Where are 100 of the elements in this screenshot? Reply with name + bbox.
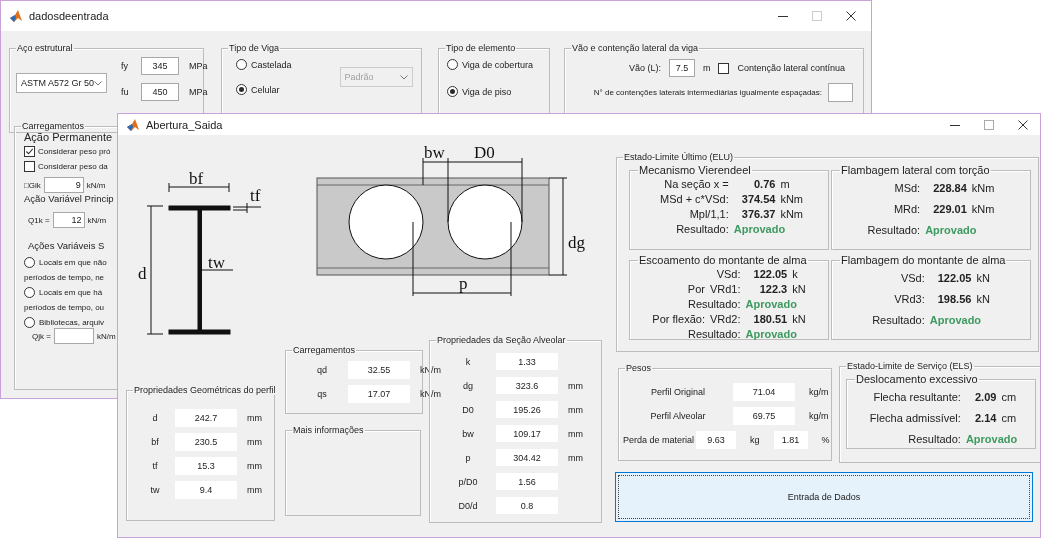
entrada-de-dados-button[interactable]: Entrada de Dados xyxy=(615,472,1033,522)
input-field[interactable]: 32.55 xyxy=(348,361,410,379)
input-field[interactable]: 12 xyxy=(52,212,85,228)
unit-label: kN/m xyxy=(86,180,106,190)
checkbox[interactable] xyxy=(24,146,35,157)
checkbox[interactable] xyxy=(24,161,35,172)
dropdown[interactable]: ASTM A572 Gr 50 xyxy=(16,73,108,93)
input-field[interactable]: 1.33 xyxy=(496,353,558,370)
field-label: MSd: xyxy=(893,182,921,194)
option-label: Viga de cobertura xyxy=(462,59,533,70)
option-label: Celular xyxy=(251,84,280,95)
unit-label: mm xyxy=(246,461,263,471)
result-text: Aprovado xyxy=(925,224,978,236)
input-field[interactable]: 450 xyxy=(141,83,180,101)
option-label: períodos de tempo, ne xyxy=(24,273,106,282)
panel-title: Pesos xyxy=(625,363,652,373)
unit-label: kg/m xyxy=(808,411,830,421)
field-label: dg xyxy=(462,380,474,391)
input-field[interactable]: 17.07 xyxy=(348,385,410,403)
unit-label: % xyxy=(821,435,830,445)
unit-label: kN xyxy=(792,283,806,295)
caret-icon xyxy=(94,80,103,86)
unit-label: m xyxy=(702,63,711,73)
field-label: bw xyxy=(461,428,475,439)
field-label: Mpl/1,1: xyxy=(688,208,729,220)
panel-title: Tipo de elemento xyxy=(445,43,517,53)
field-label: VRd2: xyxy=(709,313,741,325)
panel-title: Estado-Limite de Serviço (ELS) xyxy=(846,361,974,371)
unit-label: mm xyxy=(246,437,263,447)
unit-label: mm xyxy=(567,428,584,439)
unit-label: kN/m xyxy=(87,215,107,225)
panel-title: Tipo de Viga xyxy=(228,43,281,53)
field-label: N° de contenções laterais intermediárias igualmente espaçadas: xyxy=(593,88,822,97)
panel-title: Deslocamento excessivo xyxy=(855,373,979,385)
input-field[interactable]: 345 xyxy=(141,57,180,75)
value-text: 228.84 xyxy=(932,182,967,194)
unit-label: kN xyxy=(792,313,806,325)
panel-title: Propriedades da Seção Alveolar xyxy=(436,335,567,345)
maximize-icon xyxy=(984,119,994,130)
app-icon xyxy=(9,9,23,23)
field-label: Qjk = xyxy=(32,331,51,341)
field-label: Resultado: xyxy=(907,433,961,445)
input-field[interactable]: 9.4 xyxy=(175,481,237,499)
unit-label: cm xyxy=(1001,391,1018,403)
unit-label: mm xyxy=(567,452,584,463)
option-label: Castelada xyxy=(251,59,292,70)
close-icon xyxy=(1018,119,1028,130)
result-text: Aprovado xyxy=(965,433,1018,445)
input-field[interactable]: 15.3 xyxy=(175,457,237,475)
field-label: Resultado: xyxy=(867,224,921,236)
input-field[interactable]: 323.6 xyxy=(496,377,558,394)
radio-button[interactable] xyxy=(24,317,35,328)
value-text: 122.05 xyxy=(752,268,788,280)
panel-title: Propriedades Geométricas do perfil xyxy=(133,385,277,395)
radio-button[interactable] xyxy=(24,287,35,298)
field-label: VSd: xyxy=(899,272,925,284)
radio-button[interactable] xyxy=(24,257,35,268)
input-field[interactable]: 242.7 xyxy=(175,409,237,427)
input-field[interactable]: 304.42 xyxy=(496,449,558,466)
input-field[interactable]: 195.26 xyxy=(496,401,558,418)
field-label: D0/d xyxy=(457,500,479,511)
window-title: dadosdeentrada xyxy=(29,10,109,22)
radio-button[interactable] xyxy=(236,84,247,95)
field-label: Perfil Alveolar xyxy=(649,411,707,421)
option-label: períodos de tempo, ou xyxy=(24,303,106,312)
input-field[interactable]: 1.81 xyxy=(773,431,808,449)
input-field[interactable]: 7.5 xyxy=(668,59,695,77)
field-label: Resultado: xyxy=(872,314,925,326)
input-field[interactable]: 109.17 xyxy=(496,425,558,442)
radio-button[interactable] xyxy=(447,59,458,70)
value-text: 376.37 xyxy=(740,208,776,220)
input-field[interactable]: 9 xyxy=(43,177,84,193)
field-label: Resultado: xyxy=(686,298,741,310)
radio-button[interactable] xyxy=(447,86,458,97)
panel-title: Estado-Limite Último (ELU) xyxy=(623,152,735,162)
field-label: fu xyxy=(121,87,130,97)
unit-label: mm xyxy=(567,404,584,415)
value-text: 2.14 xyxy=(974,412,997,424)
field-label: Flecha resultante: xyxy=(872,391,961,403)
field-label: Perfil Original xyxy=(650,387,706,397)
option-label: Locais em que não xyxy=(39,258,107,267)
input-field[interactable]: 9.63 xyxy=(696,431,737,449)
option-label: Bibliotecas, arquiv xyxy=(39,318,104,327)
field-label: Perda de material xyxy=(623,435,695,445)
input-field[interactable] xyxy=(828,83,853,102)
dimension-label: D0 xyxy=(474,145,495,162)
checkbox[interactable] xyxy=(718,62,730,74)
dimension-label: tw xyxy=(208,253,225,272)
checkbox-label: Contenção lateral contínua xyxy=(737,63,845,73)
input-field[interactable] xyxy=(53,328,94,344)
input-field[interactable]: 1.56 xyxy=(496,473,558,490)
unit-label: MPa xyxy=(189,87,209,97)
radio-button[interactable] xyxy=(236,59,247,70)
close-icon xyxy=(846,11,856,21)
caret-icon xyxy=(399,74,408,80)
input-field[interactable]: 230.5 xyxy=(175,433,237,451)
input-field[interactable]: 69.75 xyxy=(733,407,795,425)
field-label: MSd + c*VSd: xyxy=(659,193,729,205)
input-field[interactable]: 71.04 xyxy=(733,383,795,401)
input-field[interactable]: 0.8 xyxy=(496,497,558,514)
